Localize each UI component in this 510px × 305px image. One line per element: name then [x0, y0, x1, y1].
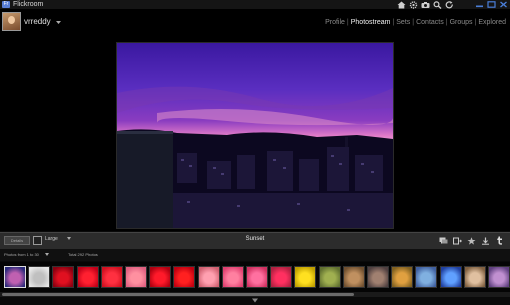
thumbnail[interactable] — [52, 266, 75, 288]
nav-item-explored[interactable]: Explored — [478, 19, 506, 26]
sunset-photo-art — [117, 43, 393, 228]
thumbnail[interactable] — [439, 266, 462, 288]
settings-icon[interactable] — [408, 0, 418, 9]
avatar[interactable] — [2, 12, 21, 31]
thumbnail[interactable] — [342, 266, 365, 288]
nav-item-contacts[interactable]: Contacts — [416, 19, 444, 26]
photo-title: Sunset — [245, 236, 265, 242]
photo-range: Photos from 1 to 30 — [4, 252, 39, 257]
thumbnail[interactable] — [76, 266, 99, 288]
main-photo[interactable] — [116, 42, 394, 229]
thumbnail[interactable] — [463, 266, 486, 288]
close-icon[interactable] — [498, 0, 508, 8]
scrollbar-thumb[interactable] — [2, 293, 354, 296]
comment-icon[interactable] — [438, 236, 448, 245]
thumbnail[interactable] — [270, 266, 293, 288]
photo-actions — [438, 236, 504, 245]
thumbnail[interactable] — [100, 266, 123, 288]
thumbnail[interactable] — [415, 266, 438, 288]
thumbnail[interactable] — [246, 266, 268, 288]
thumbnail[interactable] — [28, 266, 51, 288]
thumbnail[interactable] — [391, 266, 414, 288]
thumbnail[interactable] — [294, 266, 317, 288]
nav-item-sets[interactable]: Sets — [396, 19, 410, 26]
thumbnail[interactable] — [4, 266, 26, 288]
app-icon: Fr — [2, 1, 10, 8]
download-icon[interactable] — [480, 236, 490, 245]
app-title: Flickroom — [13, 1, 44, 8]
search-icon[interactable] — [432, 0, 442, 9]
thumbnail[interactable] — [173, 266, 196, 288]
add-to-set-icon[interactable] — [452, 236, 462, 245]
minimize-icon[interactable] — [474, 0, 484, 8]
home-icon[interactable] — [396, 0, 406, 9]
window-controls — [474, 0, 508, 9]
nav-separator: | — [445, 19, 448, 26]
nav-separator: | — [346, 19, 349, 26]
thumbnail[interactable] — [488, 266, 510, 288]
main-nav: Profile | Photostream | Sets | Contacts | Groups… — [325, 19, 506, 26]
thumbnail[interactable] — [125, 266, 147, 288]
nav-separator: | — [474, 19, 477, 26]
nav-item-profile[interactable]: Profile — [325, 19, 345, 26]
range-chevron-down-icon[interactable] — [45, 253, 49, 256]
thumbnail[interactable] — [367, 266, 389, 288]
camera-icon[interactable] — [420, 0, 430, 9]
thumbnail[interactable] — [221, 266, 244, 288]
nav-separator: | — [412, 19, 415, 26]
nav-item-photostream[interactable]: Photostream — [351, 19, 391, 26]
thumbnail[interactable] — [197, 266, 220, 288]
toolbar-icons — [396, 0, 454, 9]
thumbnail[interactable] — [149, 266, 172, 288]
maximize-icon[interactable] — [486, 0, 496, 8]
photo-total: Total 292 Photos — [68, 252, 98, 257]
expand-chevron-down-icon[interactable] — [252, 298, 258, 303]
nav-item-groups[interactable]: Groups — [450, 19, 473, 26]
nav-separator: | — [392, 19, 395, 26]
chevron-down-icon[interactable] — [56, 21, 61, 24]
username[interactable]: vrreddy — [24, 17, 51, 26]
tumblr-icon[interactable] — [494, 236, 504, 245]
thumbnail[interactable] — [318, 266, 341, 288]
refresh-icon[interactable] — [444, 0, 454, 9]
favorite-icon[interactable] — [466, 236, 476, 245]
